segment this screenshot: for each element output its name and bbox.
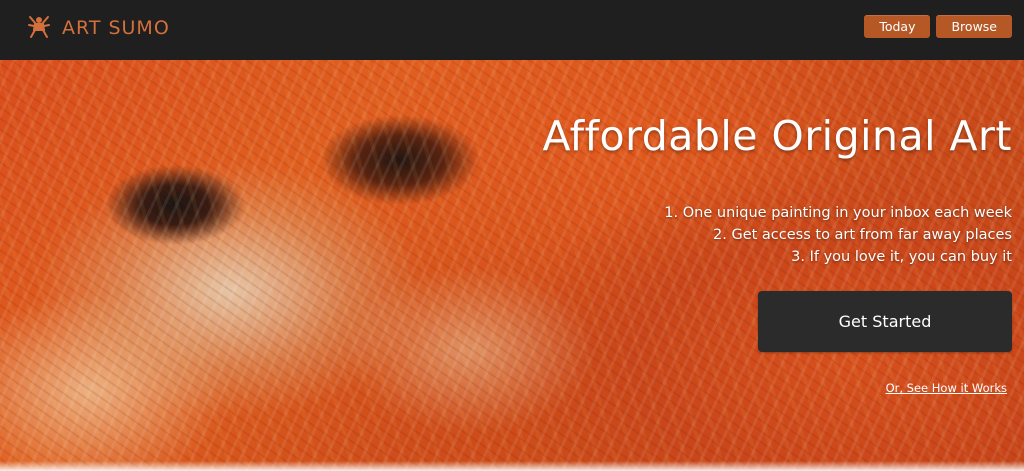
- header-nav: Today Browse: [864, 15, 1012, 38]
- today-button[interactable]: Today: [864, 15, 931, 38]
- sumo-figure-icon: [26, 13, 52, 43]
- get-started-button[interactable]: Get Started: [758, 291, 1012, 352]
- brand-logo[interactable]: ART SUMO: [26, 14, 170, 42]
- browse-button[interactable]: Browse: [936, 15, 1012, 38]
- hero-painting-banner: Affordable Original Art 1. One unique pa…: [0, 60, 1024, 471]
- brand-name: ART SUMO: [62, 17, 170, 39]
- step-item: 1. One unique painting in your inbox eac…: [664, 205, 1012, 221]
- step-item: 2. Get access to art from far away place…: [713, 227, 1012, 243]
- top-header: ART SUMO Today Browse: [0, 0, 1024, 60]
- how-it-works-steps: 1. One unique painting in your inbox eac…: [664, 202, 1012, 268]
- hero-headline: Affordable Original Art: [542, 112, 1012, 160]
- see-how-it-works-link[interactable]: Or, See How it Works: [886, 381, 1007, 395]
- step-item: 3. If you love it, you can buy it: [791, 249, 1012, 265]
